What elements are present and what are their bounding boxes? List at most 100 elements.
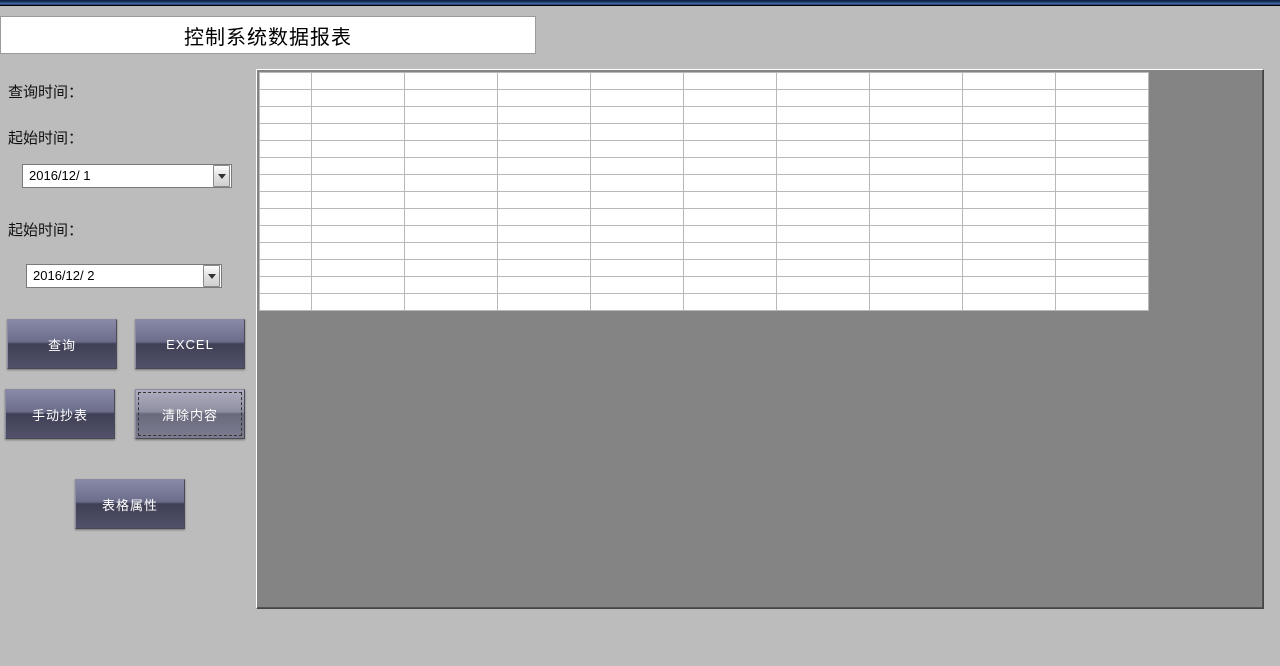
table-cell[interactable] (963, 175, 1056, 192)
table-row[interactable] (260, 226, 1149, 243)
table-cell[interactable] (1056, 294, 1149, 311)
table-cell[interactable] (963, 90, 1056, 107)
table-row[interactable] (260, 73, 1149, 90)
table-cell[interactable] (260, 243, 312, 260)
table-cell[interactable] (684, 294, 777, 311)
table-cell[interactable] (1056, 107, 1149, 124)
table-cell[interactable] (312, 243, 405, 260)
table-cell[interactable] (870, 192, 963, 209)
table-cell[interactable] (777, 226, 870, 243)
table-cell[interactable] (591, 277, 684, 294)
table-cell[interactable] (498, 90, 591, 107)
table-cell[interactable] (870, 158, 963, 175)
table-cell[interactable] (405, 192, 498, 209)
table-cell[interactable] (777, 243, 870, 260)
table-row[interactable] (260, 243, 1149, 260)
table-cell[interactable] (260, 107, 312, 124)
table-cell[interactable] (312, 158, 405, 175)
table-cell[interactable] (777, 209, 870, 226)
table-cell[interactable] (312, 107, 405, 124)
table-cell[interactable] (777, 260, 870, 277)
table-cell[interactable] (1056, 73, 1149, 90)
table-cell[interactable] (260, 192, 312, 209)
table-cell[interactable] (405, 158, 498, 175)
table-row[interactable] (260, 192, 1149, 209)
table-cell[interactable] (312, 294, 405, 311)
table-cell[interactable] (870, 73, 963, 90)
table-cell[interactable] (1056, 243, 1149, 260)
table-cell[interactable] (777, 90, 870, 107)
table-row[interactable] (260, 175, 1149, 192)
date-to-field[interactable]: 2016/12/ 2 (26, 264, 222, 288)
table-cell[interactable] (260, 209, 312, 226)
table-cell[interactable] (870, 209, 963, 226)
table-cell[interactable] (591, 90, 684, 107)
table-cell[interactable] (1056, 209, 1149, 226)
table-cell[interactable] (405, 260, 498, 277)
table-row[interactable] (260, 294, 1149, 311)
table-cell[interactable] (498, 124, 591, 141)
table-cell[interactable] (870, 277, 963, 294)
table-cell[interactable] (260, 141, 312, 158)
table-cell[interactable] (591, 192, 684, 209)
table-cell[interactable] (498, 260, 591, 277)
table-cell[interactable] (260, 158, 312, 175)
table-cell[interactable] (870, 260, 963, 277)
table-cell[interactable] (498, 192, 591, 209)
table-cell[interactable] (1056, 260, 1149, 277)
table-cell[interactable] (591, 73, 684, 90)
table-cell[interactable] (312, 90, 405, 107)
table-row[interactable] (260, 209, 1149, 226)
table-cell[interactable] (963, 73, 1056, 90)
table-cell[interactable] (312, 277, 405, 294)
table-cell[interactable] (684, 175, 777, 192)
date-from-dropdown-button[interactable] (213, 165, 230, 187)
table-cell[interactable] (870, 243, 963, 260)
table-cell[interactable] (260, 73, 312, 90)
table-cell[interactable] (591, 158, 684, 175)
table-cell[interactable] (591, 107, 684, 124)
table-cell[interactable] (777, 175, 870, 192)
table-row[interactable] (260, 277, 1149, 294)
table-cell[interactable] (963, 124, 1056, 141)
table-cell[interactable] (498, 243, 591, 260)
table-cell[interactable] (777, 192, 870, 209)
table-cell[interactable] (260, 277, 312, 294)
table-cell[interactable] (684, 243, 777, 260)
table-row[interactable] (260, 158, 1149, 175)
table-cell[interactable] (684, 90, 777, 107)
table-cell[interactable] (777, 277, 870, 294)
table-cell[interactable] (405, 107, 498, 124)
table-cell[interactable] (591, 294, 684, 311)
data-grid-panel[interactable] (256, 69, 1264, 609)
table-cell[interactable] (963, 277, 1056, 294)
table-cell[interactable] (405, 294, 498, 311)
table-cell[interactable] (684, 158, 777, 175)
table-cell[interactable] (777, 141, 870, 158)
table-cell[interactable] (963, 209, 1056, 226)
table-cell[interactable] (260, 175, 312, 192)
table-cell[interactable] (777, 158, 870, 175)
table-cell[interactable] (591, 124, 684, 141)
table-cell[interactable] (498, 226, 591, 243)
table-cell[interactable] (870, 175, 963, 192)
table-cell[interactable] (1056, 124, 1149, 141)
data-grid[interactable] (259, 72, 1149, 311)
clear-button[interactable]: 清除内容 (135, 389, 245, 439)
table-cell[interactable] (1056, 90, 1149, 107)
table-cell[interactable] (591, 141, 684, 158)
table-cell[interactable] (405, 124, 498, 141)
table-cell[interactable] (498, 73, 591, 90)
table-cell[interactable] (870, 124, 963, 141)
table-cell[interactable] (260, 226, 312, 243)
table-row[interactable] (260, 260, 1149, 277)
table-cell[interactable] (312, 226, 405, 243)
table-cell[interactable] (870, 141, 963, 158)
table-cell[interactable] (684, 141, 777, 158)
table-cell[interactable] (498, 158, 591, 175)
table-cell[interactable] (405, 73, 498, 90)
table-cell[interactable] (870, 107, 963, 124)
table-cell[interactable] (1056, 158, 1149, 175)
table-cell[interactable] (405, 226, 498, 243)
table-cell[interactable] (684, 73, 777, 90)
